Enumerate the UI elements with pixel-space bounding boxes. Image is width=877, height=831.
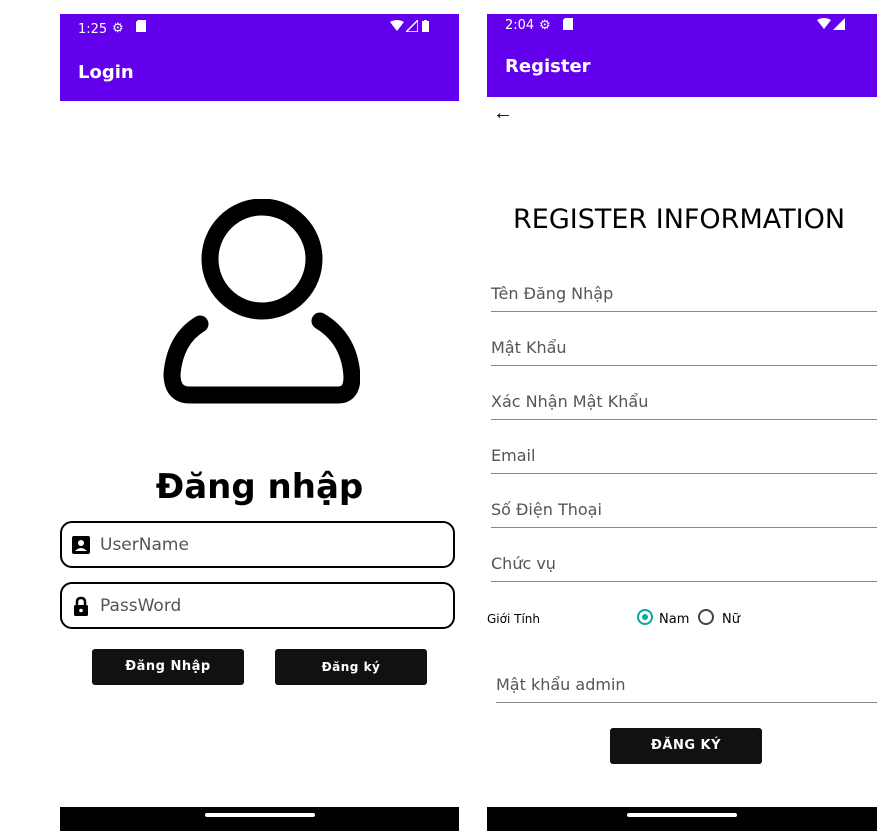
phone-placeholder: Số Điện Thoại bbox=[491, 500, 602, 519]
position-field[interactable]: Chức vụ bbox=[491, 548, 877, 582]
app-title: Login bbox=[78, 62, 134, 83]
home-indicator[interactable] bbox=[204, 813, 315, 817]
admin-password-field[interactable]: Mật khẩu admin bbox=[496, 669, 877, 703]
gender-label-male[interactable]: Nam bbox=[659, 612, 689, 627]
gender-label-female[interactable]: Nữ bbox=[722, 612, 740, 627]
login-heading: Đăng nhập bbox=[155, 467, 364, 507]
gender-radio-female[interactable] bbox=[698, 609, 714, 625]
email-placeholder: Email bbox=[491, 446, 536, 465]
register-heading: REGISTER INFORMATION bbox=[513, 204, 846, 235]
status-bar: 1:25 ⚙ bbox=[60, 14, 459, 44]
password-field[interactable]: Mật Khẩu bbox=[491, 332, 877, 366]
wifi-icon bbox=[817, 18, 831, 33]
battery-icon bbox=[422, 20, 429, 35]
app-bar: Login bbox=[60, 44, 459, 101]
confirm-password-field[interactable]: Xác Nhận Mật Khẩu bbox=[491, 386, 877, 420]
person-icon bbox=[163, 199, 360, 404]
signal-icon bbox=[833, 18, 845, 33]
gender-label: Giới Tính bbox=[487, 612, 540, 626]
sim-card-icon bbox=[136, 20, 146, 35]
status-time: 1:25 bbox=[78, 22, 108, 37]
navigation-bar bbox=[60, 807, 459, 831]
email-field[interactable]: Email bbox=[491, 440, 877, 474]
login-button[interactable]: Đăng Nhập bbox=[92, 649, 244, 685]
contact-card-icon bbox=[72, 536, 90, 554]
settings-icon: ⚙ bbox=[112, 20, 124, 35]
status-bar: 2:04 ⚙ bbox=[487, 14, 877, 37]
password-input[interactable]: PassWord bbox=[60, 582, 455, 629]
app-bar: Register bbox=[487, 37, 877, 97]
back-arrow-icon[interactable]: ← bbox=[493, 102, 513, 125]
admin-password-placeholder: Mật khẩu admin bbox=[496, 675, 626, 694]
sim-card-icon bbox=[563, 18, 573, 33]
login-screen: 1:25 ⚙ Login Đăng nhập UserName PassWord… bbox=[60, 14, 459, 831]
phone-field[interactable]: Số Điện Thoại bbox=[491, 494, 877, 528]
register-screen: 2:04 ⚙ Register ← REGISTER INFORMATION T… bbox=[487, 14, 877, 831]
lock-icon bbox=[74, 596, 88, 616]
navigation-bar bbox=[487, 807, 877, 831]
settings-icon: ⚙ bbox=[539, 17, 551, 32]
register-button[interactable]: Đăng ký bbox=[275, 649, 427, 685]
password-placeholder: PassWord bbox=[100, 596, 182, 616]
app-title: Register bbox=[505, 56, 591, 77]
password-placeholder: Mật Khẩu bbox=[491, 338, 567, 357]
submit-register-button[interactable]: ĐĂNG KÝ bbox=[610, 728, 762, 764]
position-placeholder: Chức vụ bbox=[491, 554, 556, 573]
username-placeholder: Tên Đăng Nhập bbox=[491, 284, 614, 303]
signal-icon bbox=[404, 18, 419, 35]
username-field[interactable]: Tên Đăng Nhập bbox=[491, 278, 877, 312]
confirm-password-placeholder: Xác Nhận Mật Khẩu bbox=[491, 392, 649, 411]
home-indicator[interactable] bbox=[627, 813, 737, 817]
gender-radio-male[interactable] bbox=[637, 609, 653, 625]
username-placeholder: UserName bbox=[100, 535, 189, 555]
status-time: 2:04 bbox=[505, 18, 535, 33]
wifi-icon bbox=[390, 20, 404, 35]
username-input[interactable]: UserName bbox=[60, 521, 455, 568]
